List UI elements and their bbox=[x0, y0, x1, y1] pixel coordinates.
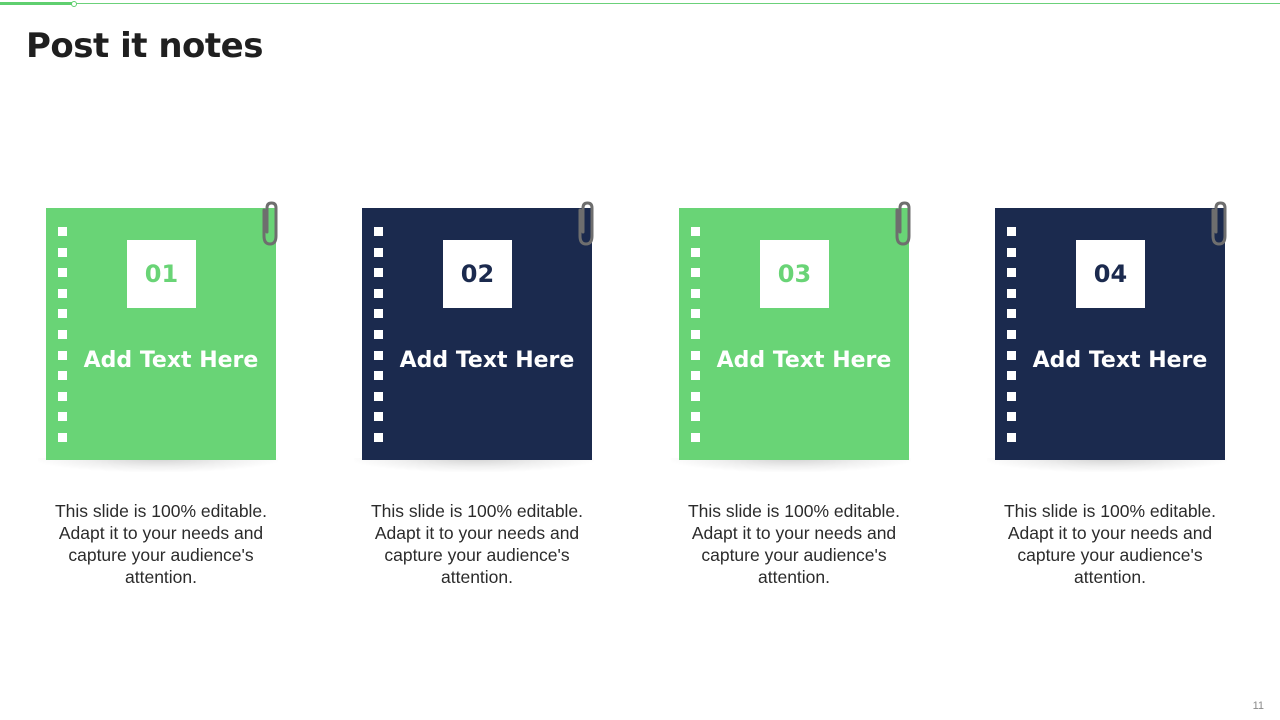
spiral-hole bbox=[691, 350, 700, 360]
top-progress-dot bbox=[71, 1, 77, 7]
spiral-holes bbox=[1007, 227, 1016, 454]
spiral-hole bbox=[374, 329, 383, 339]
spiral-hole bbox=[1007, 412, 1016, 422]
note-number: 01 bbox=[127, 240, 196, 308]
spiral-hole bbox=[1007, 288, 1016, 298]
post-it-note-2[interactable]: 02 Add Text Here bbox=[354, 200, 594, 475]
spiral-hole bbox=[691, 329, 700, 339]
top-progress-accent bbox=[0, 2, 72, 5]
spiral-hole bbox=[691, 391, 700, 401]
note-shadow bbox=[987, 458, 1227, 472]
spiral-hole bbox=[1007, 309, 1016, 319]
spiral-hole bbox=[58, 391, 67, 401]
note-shadow bbox=[38, 458, 278, 472]
note-card: 04 Add Text Here bbox=[995, 208, 1225, 460]
note-description: This slide is 100% editable. Adapt it to… bbox=[54, 501, 268, 587]
note-description: This slide is 100% editable. Adapt it to… bbox=[687, 501, 901, 587]
note-heading: Add Text Here bbox=[399, 348, 575, 373]
spiral-holes bbox=[691, 227, 700, 454]
note-shadow bbox=[354, 458, 594, 472]
spiral-hole bbox=[1007, 371, 1016, 381]
spiral-hole bbox=[58, 247, 67, 257]
spiral-hole bbox=[1007, 432, 1016, 442]
note-description: This slide is 100% editable. Adapt it to… bbox=[1003, 501, 1217, 587]
spiral-hole bbox=[58, 309, 67, 319]
spiral-hole bbox=[374, 432, 383, 442]
spiral-hole bbox=[58, 432, 67, 442]
spiral-hole bbox=[374, 371, 383, 381]
spiral-hole bbox=[691, 309, 700, 319]
paperclip-icon bbox=[895, 201, 911, 246]
spiral-holes bbox=[374, 227, 383, 454]
note-column-4: 04 Add Text Here This slide is 100% edit… bbox=[987, 200, 1227, 587]
note-heading: Add Text Here bbox=[1032, 348, 1208, 373]
paperclip-icon bbox=[578, 201, 594, 246]
spiral-hole bbox=[1007, 391, 1016, 401]
paperclip-icon bbox=[1211, 201, 1227, 246]
spiral-hole bbox=[58, 371, 67, 381]
spiral-hole bbox=[58, 350, 67, 360]
note-description: This slide is 100% editable. Adapt it to… bbox=[370, 501, 584, 587]
paperclip-icon bbox=[262, 201, 278, 246]
note-number: 03 bbox=[760, 240, 829, 308]
spiral-hole bbox=[374, 288, 383, 298]
spiral-hole bbox=[691, 247, 700, 257]
spiral-hole bbox=[1007, 329, 1016, 339]
spiral-hole bbox=[1007, 350, 1016, 360]
note-column-1: 01 Add Text Here This slide is 100% edit… bbox=[38, 200, 278, 587]
note-number: 02 bbox=[443, 240, 512, 308]
spiral-hole bbox=[58, 412, 67, 422]
post-it-note-1[interactable]: 01 Add Text Here bbox=[38, 200, 278, 475]
note-heading: Add Text Here bbox=[716, 348, 892, 373]
spiral-hole bbox=[691, 371, 700, 381]
spiral-hole bbox=[374, 268, 383, 278]
spiral-hole bbox=[691, 288, 700, 298]
note-column-3: 03 Add Text Here This slide is 100% edit… bbox=[671, 200, 911, 587]
spiral-hole bbox=[691, 432, 700, 442]
note-card: 01 Add Text Here bbox=[46, 208, 276, 460]
note-card: 03 Add Text Here bbox=[679, 208, 909, 460]
spiral-hole bbox=[691, 227, 700, 236]
note-column-2: 02 Add Text Here This slide is 100% edit… bbox=[354, 200, 594, 587]
spiral-hole bbox=[374, 247, 383, 257]
spiral-hole bbox=[1007, 268, 1016, 278]
note-card: 02 Add Text Here bbox=[362, 208, 592, 460]
spiral-holes bbox=[58, 227, 67, 454]
note-shadow bbox=[671, 458, 911, 472]
spiral-hole bbox=[374, 309, 383, 319]
spiral-hole bbox=[1007, 247, 1016, 257]
spiral-hole bbox=[58, 227, 67, 236]
spiral-hole bbox=[374, 391, 383, 401]
spiral-hole bbox=[58, 329, 67, 339]
slide-title: Post it notes bbox=[26, 26, 263, 66]
note-number: 04 bbox=[1076, 240, 1145, 308]
top-accent-line bbox=[0, 3, 1280, 4]
spiral-hole bbox=[1007, 227, 1016, 236]
spiral-hole bbox=[374, 412, 383, 422]
spiral-hole bbox=[691, 268, 700, 278]
note-heading: Add Text Here bbox=[83, 348, 259, 373]
page-number: 11 bbox=[1252, 700, 1264, 712]
spiral-hole bbox=[58, 288, 67, 298]
spiral-hole bbox=[58, 268, 67, 278]
post-it-note-4[interactable]: 04 Add Text Here bbox=[987, 200, 1227, 475]
spiral-hole bbox=[691, 412, 700, 422]
post-it-note-3[interactable]: 03 Add Text Here bbox=[671, 200, 911, 475]
spiral-hole bbox=[374, 227, 383, 236]
spiral-hole bbox=[374, 350, 383, 360]
